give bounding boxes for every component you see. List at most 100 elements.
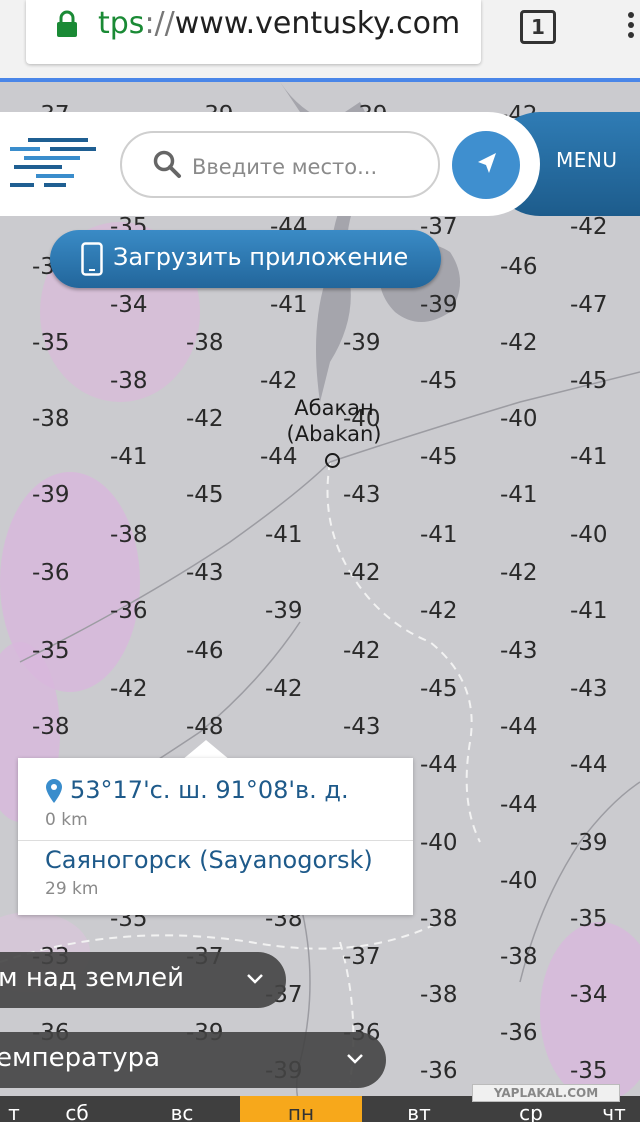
day-tab[interactable]: т <box>0 1096 28 1122</box>
day-tab[interactable]: вт <box>364 1096 474 1122</box>
temperature-label: -34 <box>110 292 148 318</box>
url-scheme: tps <box>98 6 145 41</box>
temperature-label: -38 <box>32 406 70 432</box>
tab-switcher-button[interactable]: 1 <box>520 10 556 44</box>
temperature-label: -36 <box>500 1020 538 1046</box>
temperature-label: -43 <box>343 714 381 740</box>
browser-menu-icon[interactable] <box>622 8 640 48</box>
temperature-label: -44 <box>420 752 458 778</box>
menu-label[interactable]: MENU <box>556 148 618 172</box>
temperature-label: -44 <box>260 444 298 470</box>
temperature-label: -40 <box>420 830 458 856</box>
temperature-label: -42 <box>260 368 298 394</box>
map-pin-icon <box>46 779 62 803</box>
temperature-label: -42 <box>500 330 538 356</box>
locate-me-button[interactable] <box>452 131 520 199</box>
temperature-label: -38 <box>420 906 458 932</box>
popup-nearest-place[interactable]: Саяногорск (Sayanogorsk) <box>45 846 373 874</box>
temperature-label: -47 <box>570 292 608 318</box>
temperature-label: -40 <box>500 406 538 432</box>
temperature-label: -39 <box>420 292 458 318</box>
url-separator: :// <box>144 6 175 41</box>
temperature-label: -45 <box>420 444 458 470</box>
temperature-label: -42 <box>343 560 381 586</box>
temperature-label: -35 <box>570 1058 608 1084</box>
temperature-label: -39 <box>32 482 70 508</box>
chevron-down-icon <box>347 1054 363 1064</box>
day-tab-selected[interactable]: пн <box>240 1096 362 1122</box>
popup-coord-distance: 0 km <box>45 810 88 830</box>
temperature-label: -45 <box>186 482 224 508</box>
temperature-label: -43 <box>186 560 224 586</box>
ventusky-logo[interactable] <box>6 134 102 192</box>
temperature-label: -38 <box>110 368 148 394</box>
temperature-label: -45 <box>570 368 608 394</box>
popup-pointer <box>182 740 230 760</box>
temperature-label: -41 <box>270 292 308 318</box>
temperature-label: -41 <box>420 522 458 548</box>
location-arrow-icon <box>478 153 496 173</box>
temperature-label: -41 <box>570 444 608 470</box>
temperature-label: -42 <box>265 676 303 702</box>
temperature-label: -44 <box>500 792 538 818</box>
temperature-label: -39 <box>343 330 381 356</box>
city-marker-icon[interactable] <box>325 453 340 468</box>
temperature-label: -38 <box>32 714 70 740</box>
popup-divider <box>18 840 413 841</box>
temperature-label: -39 <box>570 830 608 856</box>
lock-icon <box>57 10 77 37</box>
temperature-label: -42 <box>186 406 224 432</box>
address-bar[interactable]: tps://www.ventusky.com <box>26 0 481 64</box>
layer-dropdown-label[interactable]: емпература <box>0 1043 160 1073</box>
temperature-label: -38 <box>186 330 224 356</box>
temperature-label: -35 <box>570 906 608 932</box>
temperature-label: -38 <box>110 522 148 548</box>
temperature-label: -37 <box>343 944 381 970</box>
smartphone-icon <box>81 242 103 276</box>
altitude-dropdown-label[interactable]: м над землей <box>0 963 184 993</box>
temperature-label: -46 <box>186 638 224 664</box>
popup-coordinates[interactable]: 53°17'с. ш. 91°08'в. д. <box>70 776 349 804</box>
popup-place-distance: 29 km <box>45 879 99 899</box>
chevron-down-icon <box>247 974 263 984</box>
temperature-label: -40 <box>570 522 608 548</box>
temperature-label: -35 <box>32 330 70 356</box>
temperature-label: -40 <box>500 868 538 894</box>
temperature-label: -42 <box>570 214 608 240</box>
temperature-label: -35 <box>32 638 70 664</box>
temperature-label: -36 <box>110 598 148 624</box>
temperature-label: -45 <box>420 368 458 394</box>
url-text: tps://www.ventusky.com <box>98 6 460 41</box>
temperature-label: -45 <box>420 676 458 702</box>
temperature-label: -41 <box>110 444 148 470</box>
temperature-label: -42 <box>500 560 538 586</box>
temperature-label: -36 <box>420 1058 458 1084</box>
city-label[interactable]: Абакан (Abakan) <box>284 395 384 447</box>
temperature-label: -43 <box>570 676 608 702</box>
temperature-label: -44 <box>570 752 608 778</box>
temperature-label: -41 <box>570 598 608 624</box>
temperature-label: -38 <box>500 944 538 970</box>
temperature-label: -36 <box>32 560 70 586</box>
temperature-label: -43 <box>500 638 538 664</box>
temperature-label: -42 <box>420 598 458 624</box>
temperature-label: -38 <box>420 982 458 1008</box>
temperature-label: -42 <box>343 638 381 664</box>
temperature-label: -43 <box>343 482 381 508</box>
temperature-label: -41 <box>265 522 303 548</box>
download-app-label[interactable]: Загрузить приложение <box>113 243 408 271</box>
day-tab[interactable]: вс <box>126 1096 238 1122</box>
temperature-label: -44 <box>500 714 538 740</box>
day-tab[interactable]: сб <box>30 1096 124 1122</box>
watermark: YAPLAKAL.COM <box>472 1084 620 1102</box>
search-icon <box>153 150 181 178</box>
temperature-label: -34 <box>570 982 608 1008</box>
search-input[interactable] <box>192 150 432 184</box>
temperature-label: -46 <box>500 254 538 280</box>
city-name-latin: (Abakan) <box>286 422 382 446</box>
temperature-label: -42 <box>110 676 148 702</box>
temperature-label: -39 <box>265 598 303 624</box>
url-host: www.ventusky.com <box>174 6 461 41</box>
temperature-label: -48 <box>186 714 224 740</box>
temperature-label: -41 <box>500 482 538 508</box>
